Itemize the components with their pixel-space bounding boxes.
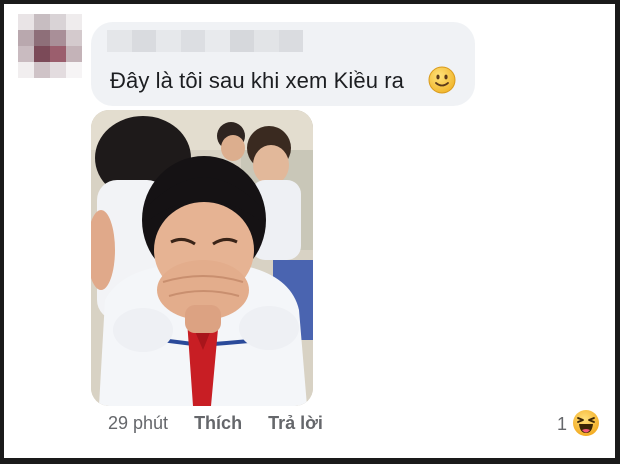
avatar[interactable]	[18, 14, 82, 78]
author-name[interactable]	[107, 30, 303, 52]
comment-bubble: Đây là tôi sau khi xem Kiều ra	[91, 22, 475, 106]
slightly-smiling-face-icon	[428, 66, 456, 94]
photo-content	[91, 110, 313, 406]
like-button[interactable]: Thích	[194, 413, 242, 434]
haha-reaction-icon[interactable]	[572, 409, 600, 437]
attached-photo[interactable]	[91, 110, 313, 406]
screenshot-frame: Đây là tôi sau khi xem Kiều ra 29 phút T…	[4, 4, 615, 458]
comment-actions: 29 phút Thích Trả lời	[108, 413, 323, 434]
comment-text: Đây là tôi sau khi xem Kiều ra	[110, 68, 405, 93]
comment-timestamp[interactable]: 29 phút	[108, 413, 168, 434]
reply-button[interactable]: Trả lời	[268, 413, 323, 434]
reaction-count[interactable]: 1	[557, 414, 567, 435]
